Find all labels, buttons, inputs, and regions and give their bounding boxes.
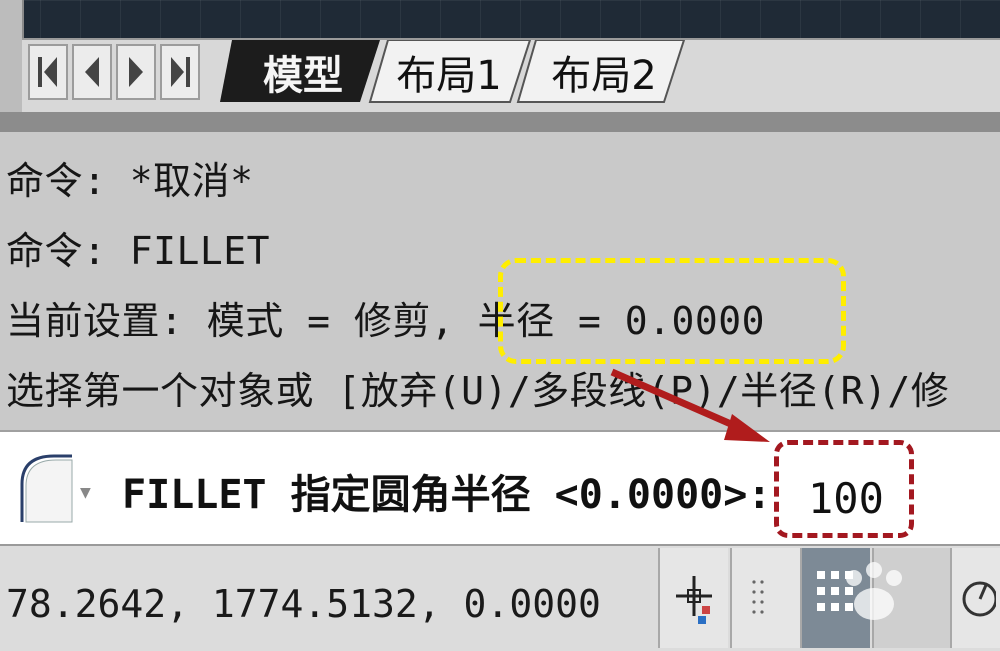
history-line: 选择第一个对象或 [放弃(U)/多段线(P)/半径(R)/修 [6, 369, 950, 413]
tab-layout2[interactable]: 布局2 [534, 40, 674, 104]
input-highlight [774, 440, 914, 538]
tab-layout1[interactable]: 布局1 [384, 40, 514, 104]
drawing-area[interactable] [0, 0, 1000, 38]
snap-toggle[interactable] [658, 548, 728, 648]
tab-model-label: 模型 [263, 53, 343, 99]
history-line: 命令: FILLET [6, 229, 271, 273]
snap-icon [676, 576, 712, 624]
osnap-icon [962, 581, 996, 617]
paw-logo-icon [846, 562, 902, 620]
left-frame [0, 0, 24, 120]
layout-tab-bar: 模型 布局1 布局2 [22, 38, 1000, 112]
tab-layout1-label: 布局1 [396, 53, 502, 99]
tab-bar-divider [0, 112, 1000, 132]
chevron-down-icon[interactable]: ▼ [80, 482, 91, 503]
watermark [790, 548, 960, 640]
tab-model[interactable]: 模型 [238, 40, 368, 104]
history-line: 命令: *取消* [6, 159, 254, 203]
radius-highlight [498, 258, 846, 364]
fillet-icon[interactable] [14, 450, 76, 526]
command-prompt: FILLET 指定圆角半径 <0.0000>: [122, 472, 772, 518]
cursor-coordinates: 78.2642, 1774.5132, 0.0000 [6, 582, 601, 626]
tab-layout2-label: 布局2 [551, 53, 657, 99]
grid-icon [752, 580, 764, 614]
